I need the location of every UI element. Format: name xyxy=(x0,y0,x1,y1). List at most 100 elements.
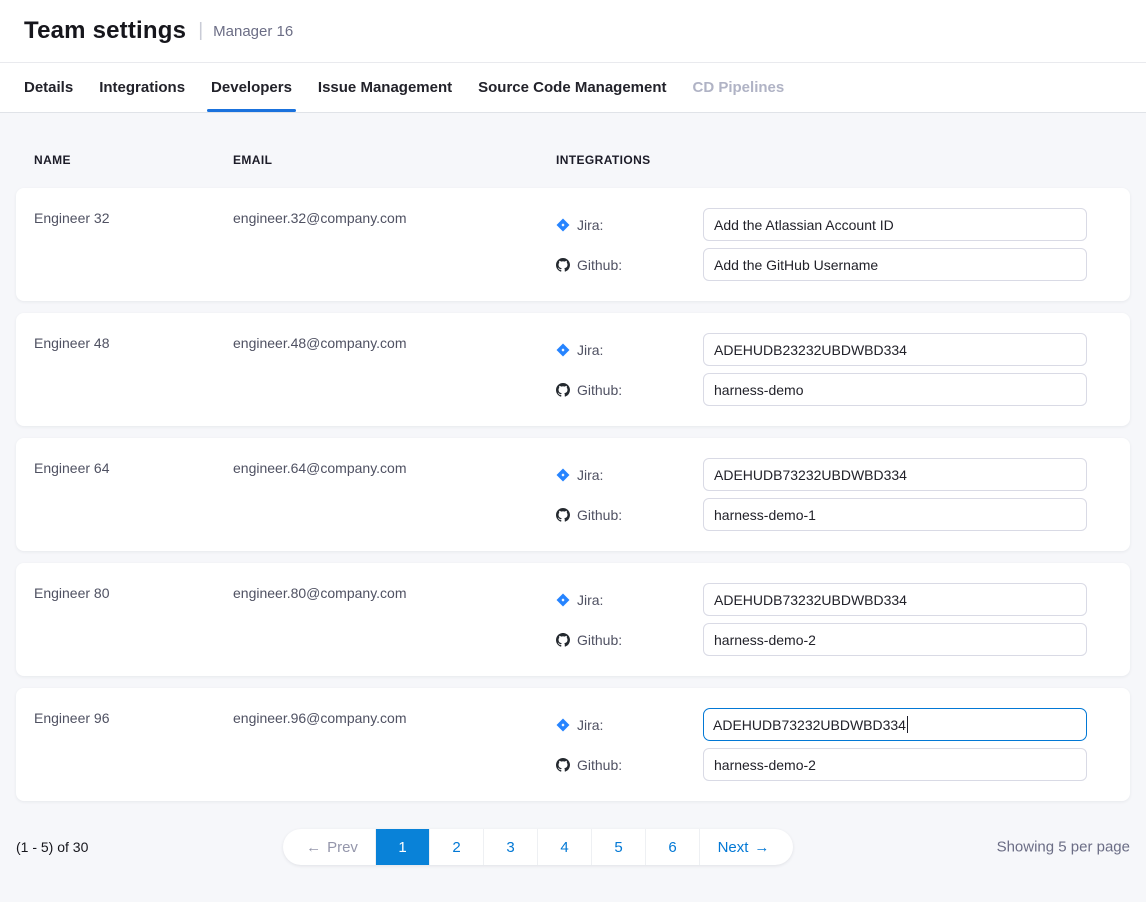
developer-integrations: Jira: Github: xyxy=(556,563,1130,656)
jira-diamond-icon xyxy=(556,718,570,732)
title-separator: | xyxy=(198,20,203,42)
jira-diamond-icon xyxy=(556,218,570,232)
tab-details[interactable]: Details xyxy=(24,63,73,112)
next-label: Next xyxy=(718,839,749,856)
developers-panel: NAME EMAIL INTEGRATIONS Engineer 32 engi… xyxy=(0,113,1146,902)
column-header-integrations: INTEGRATIONS xyxy=(556,153,1130,167)
tab-integrations[interactable]: Integrations xyxy=(99,63,185,112)
table-header-row: NAME EMAIL INTEGRATIONS xyxy=(16,113,1130,188)
jira-input[interactable] xyxy=(703,208,1087,241)
developer-email: engineer.32@company.com xyxy=(233,188,556,226)
jira-label-wrap: Jira: xyxy=(556,217,703,233)
table-row: Engineer 48 engineer.48@company.com Jira… xyxy=(16,313,1130,426)
jira-integration-line: Jira: xyxy=(556,333,1130,366)
github-label: Github: xyxy=(577,757,622,773)
developer-name: Engineer 32 xyxy=(16,188,233,226)
table-row: Engineer 32 engineer.32@company.com Jira… xyxy=(16,188,1130,301)
jira-integration-line: Jira: xyxy=(556,208,1130,241)
developer-integrations: Jira: Github: xyxy=(556,313,1130,406)
column-header-name: NAME xyxy=(16,153,233,167)
jira-label-wrap: Jira: xyxy=(556,592,703,608)
github-label: Github: xyxy=(577,507,622,523)
pagination-bar: (1 - 5) of 30 ← Prev 1 2 3 4 5 6 Next → … xyxy=(16,829,1130,865)
page-title: Team settings xyxy=(24,17,186,45)
right-arrow-icon: → xyxy=(754,839,769,856)
github-integration-line: Github: xyxy=(556,248,1130,281)
tab-cd-pipelines: CD Pipelines xyxy=(693,63,785,112)
jira-diamond-icon xyxy=(556,468,570,482)
column-header-email: EMAIL xyxy=(233,153,556,167)
jira-label-wrap: Jira: xyxy=(556,717,703,733)
prev-page-button[interactable]: ← Prev xyxy=(283,829,376,865)
github-mark-icon xyxy=(556,383,570,397)
github-label-wrap: Github: xyxy=(556,757,703,773)
developer-rows: Engineer 32 engineer.32@company.com Jira… xyxy=(16,188,1130,801)
left-arrow-icon: ← xyxy=(306,839,321,856)
developer-name: Engineer 80 xyxy=(16,563,233,601)
pager: ← Prev 1 2 3 4 5 6 Next → xyxy=(283,829,793,865)
github-integration-line: Github: xyxy=(556,498,1130,531)
github-mark-icon xyxy=(556,508,570,522)
developer-email: engineer.80@company.com xyxy=(233,563,556,601)
next-page-button[interactable]: Next → xyxy=(700,829,793,865)
table-row: Engineer 96 engineer.96@company.com Jira… xyxy=(16,688,1130,801)
github-mark-icon xyxy=(556,758,570,772)
jira-label: Jira: xyxy=(577,467,603,483)
page-button-5[interactable]: 5 xyxy=(592,829,646,865)
developer-integrations: Jira: Github: xyxy=(556,438,1130,531)
github-label: Github: xyxy=(577,382,622,398)
jira-label: Jira: xyxy=(577,217,603,233)
jira-label: Jira: xyxy=(577,717,603,733)
table-row: Engineer 64 engineer.64@company.com Jira… xyxy=(16,438,1130,551)
github-integration-line: Github: xyxy=(556,623,1130,656)
page-button-6[interactable]: 6 xyxy=(646,829,700,865)
github-input[interactable] xyxy=(703,373,1087,406)
jira-diamond-icon xyxy=(556,593,570,607)
github-label-wrap: Github: xyxy=(556,507,703,523)
jira-label-wrap: Jira: xyxy=(556,342,703,358)
jira-label: Jira: xyxy=(577,592,603,608)
jira-diamond-icon xyxy=(556,343,570,357)
developer-integrations: Jira: ADEHUDB73232UBDWBD334 Github: xyxy=(556,688,1130,781)
per-page-indicator: Showing 5 per page xyxy=(997,839,1130,856)
pagination-summary: (1 - 5) of 30 xyxy=(16,839,88,855)
text-caret xyxy=(907,716,908,733)
github-input[interactable] xyxy=(703,748,1087,781)
jira-input[interactable] xyxy=(703,333,1087,366)
table-row: Engineer 80 engineer.80@company.com Jira… xyxy=(16,563,1130,676)
prev-label: Prev xyxy=(327,839,358,856)
github-label-wrap: Github: xyxy=(556,257,703,273)
github-integration-line: Github: xyxy=(556,748,1130,781)
page-subtitle: Manager 16 xyxy=(213,23,293,40)
github-input[interactable] xyxy=(703,498,1087,531)
page-header: Team settings | Manager 16 xyxy=(0,0,1146,63)
jira-input[interactable] xyxy=(703,458,1087,491)
github-input[interactable] xyxy=(703,248,1087,281)
tab-issue-management[interactable]: Issue Management xyxy=(318,63,452,112)
jira-integration-line: Jira: xyxy=(556,583,1130,616)
github-input[interactable] xyxy=(703,623,1087,656)
page-button-3[interactable]: 3 xyxy=(484,829,538,865)
page-button-4[interactable]: 4 xyxy=(538,829,592,865)
developer-name: Engineer 96 xyxy=(16,688,233,726)
github-label-wrap: Github: xyxy=(556,382,703,398)
page-button-1[interactable]: 1 xyxy=(376,829,430,865)
developer-email: engineer.64@company.com xyxy=(233,438,556,476)
jira-integration-line: Jira: ADEHUDB73232UBDWBD334 xyxy=(556,708,1130,741)
jira-label-wrap: Jira: xyxy=(556,467,703,483)
jira-input-focused[interactable]: ADEHUDB73232UBDWBD334 xyxy=(703,708,1087,741)
github-integration-line: Github: xyxy=(556,373,1130,406)
github-label-wrap: Github: xyxy=(556,632,703,648)
github-label: Github: xyxy=(577,632,622,648)
developer-name: Engineer 64 xyxy=(16,438,233,476)
tab-source-code-management[interactable]: Source Code Management xyxy=(478,63,666,112)
github-mark-icon xyxy=(556,633,570,647)
tab-bar: Details Integrations Developers Issue Ma… xyxy=(0,63,1146,113)
developer-integrations: Jira: Github: xyxy=(556,188,1130,281)
tab-developers[interactable]: Developers xyxy=(211,63,292,112)
github-label: Github: xyxy=(577,257,622,273)
developer-email: engineer.48@company.com xyxy=(233,313,556,351)
jira-input[interactable] xyxy=(703,583,1087,616)
developer-email: engineer.96@company.com xyxy=(233,688,556,726)
page-button-2[interactable]: 2 xyxy=(430,829,484,865)
